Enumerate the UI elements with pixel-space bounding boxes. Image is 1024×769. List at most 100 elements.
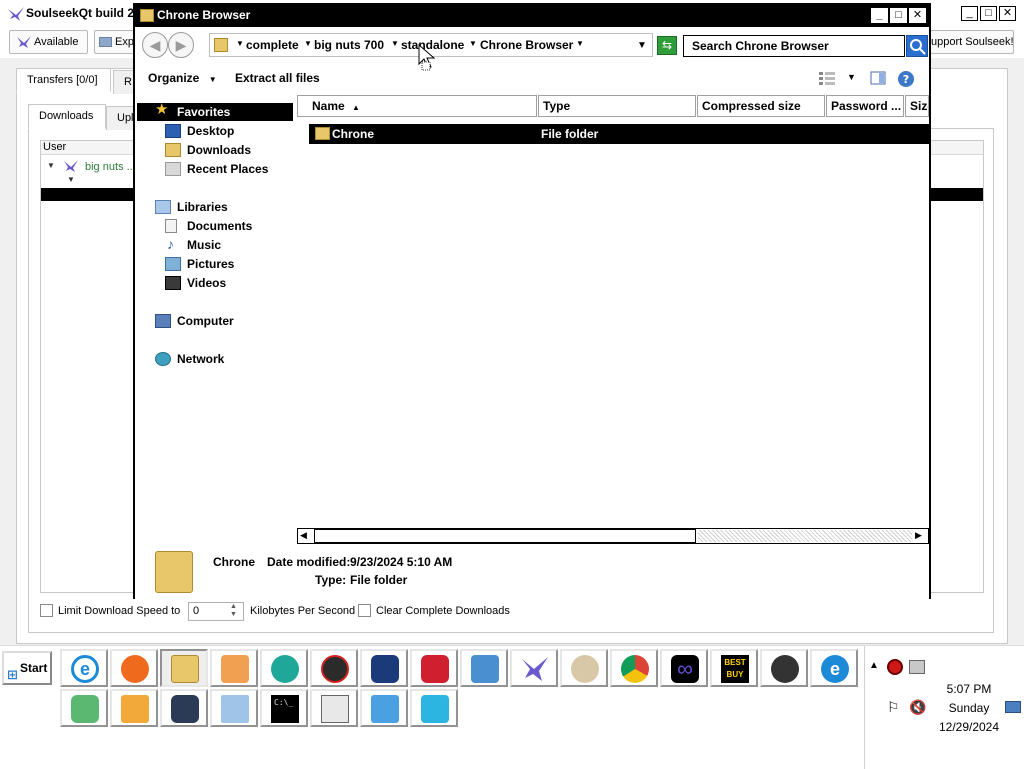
start-label: Start xyxy=(20,661,48,675)
pictures-icon xyxy=(165,257,181,271)
tab-transfers[interactable]: Transfers [0/0] xyxy=(16,68,111,92)
column-size[interactable]: Size xyxy=(905,95,929,117)
close-button[interactable]: ✕ xyxy=(909,8,926,23)
recycle-bin-icon[interactable] xyxy=(410,689,458,727)
show-desktop-icon[interactable] xyxy=(1005,701,1021,713)
column-user-label: User xyxy=(43,141,67,153)
extract-all-button[interactable]: Extract all files xyxy=(235,71,320,85)
tab-uploads[interactable]: Upl xyxy=(106,106,134,130)
best-buy-icon[interactable]: BEST BUY xyxy=(710,649,758,687)
back-button[interactable]: ◀ xyxy=(142,32,168,58)
scroll-left-arrow-icon[interactable]: ◀ xyxy=(300,530,307,541)
organize-button[interactable]: Organize ▼ xyxy=(148,71,217,85)
tab-rooms[interactable]: R xyxy=(113,70,135,94)
breadcrumb-chrone-browser[interactable]: Chrone Browser xyxy=(480,38,573,52)
start-button[interactable]: ⊞ Start xyxy=(2,651,52,685)
search-button[interactable] xyxy=(906,35,928,57)
chevron-down-icon[interactable]: ▼ xyxy=(391,39,399,48)
control-panel-icon[interactable] xyxy=(460,649,508,687)
blackberry-icon[interactable] xyxy=(760,649,808,687)
chrome-icon[interactable] xyxy=(610,649,658,687)
scroll-right-arrow-icon[interactable]: ▶ xyxy=(915,530,922,541)
send-app-icon[interactable] xyxy=(360,689,408,727)
expand-arrow-icon[interactable]: ▼ xyxy=(67,175,75,184)
flag-icon[interactable]: ⚐ xyxy=(887,699,900,716)
soulseek-icon[interactable] xyxy=(510,649,558,687)
dialog-titlebar[interactable]: Chrone Browser _ □ ✕ xyxy=(135,5,929,27)
horizontal-scrollbar[interactable]: ◀ ▶ xyxy=(297,528,929,544)
column-compressed-size[interactable]: Compressed size xyxy=(697,95,825,117)
tray-network-icon[interactable] xyxy=(909,660,925,674)
internet-explorer-icon[interactable]: e xyxy=(60,649,108,687)
explore-button[interactable]: Exp xyxy=(94,30,134,54)
volume-muted-icon[interactable]: 🔇 xyxy=(909,699,926,716)
tab-downloads[interactable]: Downloads xyxy=(28,104,106,129)
cursor-icon xyxy=(418,44,436,71)
scroll-thumb[interactable] xyxy=(314,529,696,543)
view-dropdown-icon[interactable]: ▼ xyxy=(847,72,856,82)
chevron-down-icon[interactable]: ▼ xyxy=(304,39,312,48)
app-teal-icon[interactable] xyxy=(260,649,308,687)
history-dropdown-icon[interactable]: ▼ xyxy=(637,40,647,51)
media-player-icon[interactable] xyxy=(210,649,258,687)
cube-app-icon[interactable] xyxy=(60,689,108,727)
show-hidden-icons-icon[interactable]: ▲ xyxy=(869,660,879,671)
slides-app-icon[interactable] xyxy=(110,689,158,727)
file-explorer-icon[interactable] xyxy=(160,649,208,687)
details-type-value: File folder xyxy=(350,573,408,587)
shield-app-icon[interactable] xyxy=(360,649,408,687)
minimize-button[interactable]: _ xyxy=(871,8,888,23)
column-name[interactable]: Name ▲ xyxy=(297,95,537,117)
documents-app-icon[interactable] xyxy=(210,689,258,727)
clock-date[interactable]: 12/29/2024 xyxy=(919,720,1019,734)
limit-speed-checkbox[interactable] xyxy=(40,604,53,617)
clear-complete-checkbox[interactable] xyxy=(358,604,371,617)
preview-pane-icon[interactable] xyxy=(870,71,886,85)
column-password[interactable]: Password ... xyxy=(826,95,904,117)
scroll-track[interactable] xyxy=(698,530,912,542)
videos-icon xyxy=(165,276,181,290)
search-input[interactable]: Search Chrone Browser xyxy=(683,35,905,57)
paint-icon[interactable] xyxy=(560,649,608,687)
security-app-icon[interactable] xyxy=(310,649,358,687)
recent-places-icon xyxy=(165,162,181,176)
chevron-down-icon[interactable]: ▼ xyxy=(469,39,477,48)
limit-unit-label: Kilobytes Per Second xyxy=(250,605,356,617)
status-button[interactable]: Available xyxy=(9,30,88,54)
expand-arrow-icon[interactable]: ▼ xyxy=(47,161,55,170)
infinity-app-icon[interactable]: ∞ xyxy=(660,649,708,687)
maximize-button[interactable]: □ xyxy=(980,6,997,21)
tray-app-icon[interactable] xyxy=(887,659,903,675)
internet-explorer-2-icon[interactable]: e xyxy=(810,649,858,687)
firefox-icon[interactable] xyxy=(110,649,158,687)
spin-buttons-icon[interactable]: ▲ ▼ xyxy=(230,603,237,619)
close-button[interactable]: ✕ xyxy=(999,6,1016,21)
video-recorder-icon[interactable] xyxy=(410,649,458,687)
forward-button[interactable]: ▶ xyxy=(168,32,194,58)
clock-day[interactable]: Sunday xyxy=(919,701,1019,715)
tiles-app-icon[interactable] xyxy=(160,689,208,727)
clock-time[interactable]: 5:07 PM xyxy=(919,682,1019,696)
view-options-icon[interactable] xyxy=(818,71,836,85)
maximize-button[interactable]: □ xyxy=(890,8,907,23)
system-tray: ▲ 5:07 PM Sunday 12/29/2024 ⚐ 🔇 xyxy=(864,646,1024,769)
breadcrumb-complete[interactable]: complete xyxy=(246,38,299,52)
best-buy-label: BEST BUY xyxy=(721,655,749,683)
file-row-chrone[interactable]: Chrone File folder xyxy=(309,124,929,144)
refresh-button[interactable]: ⇆ xyxy=(657,36,677,55)
help-icon[interactable]: ? xyxy=(897,70,915,88)
chevron-down-icon[interactable]: ▼ xyxy=(576,39,584,48)
breadcrumb-big-nuts[interactable]: big nuts 700 xyxy=(314,38,384,52)
window-app-icon[interactable] xyxy=(310,689,358,727)
navigation-pane: ★ Favorites Desktop Downloads Recent Pla… xyxy=(135,93,295,523)
windows-logo-icon: ⊞ xyxy=(7,667,18,682)
minimize-button[interactable]: _ xyxy=(961,6,978,21)
command-prompt-icon[interactable]: C:\_ xyxy=(260,689,308,727)
column-type[interactable]: Type xyxy=(538,95,696,117)
nav-music-label: Music xyxy=(187,238,222,252)
chevron-down-icon[interactable]: ▼ xyxy=(236,39,244,48)
support-button[interactable]: upport Soulseek! xyxy=(930,30,1014,54)
desktop-icon xyxy=(165,124,181,138)
nav-recent-places-label: Recent Places xyxy=(187,162,269,176)
back-arrow-icon: ◀ xyxy=(149,37,161,53)
